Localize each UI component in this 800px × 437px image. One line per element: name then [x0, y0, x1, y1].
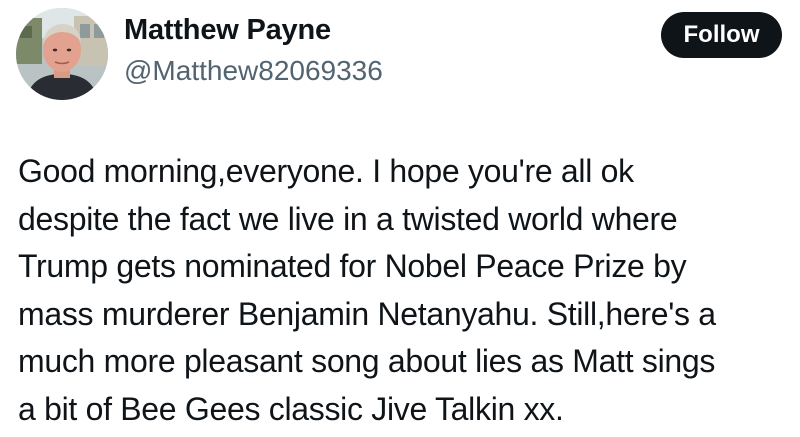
tweet-text-line: Trump gets nominated for Nobel Peace Pri… — [18, 248, 687, 284]
tweet-text-line: mass murderer Benjamin Netanyahu. Still,… — [18, 295, 716, 332]
tweet-text-line: despite the fact we live in a twisted wo… — [18, 200, 678, 237]
author-name[interactable]: Matthew Payne — [124, 14, 331, 47]
tweet-text-line: a bit of Bee Gees classic Jive Talkin xx… — [18, 390, 564, 427]
tweet-text: Good morning,everyone. I hope you're all… — [18, 148, 793, 433]
author-handle[interactable]: @Matthew82069336 — [124, 55, 383, 87]
profile-photo-icon — [16, 8, 108, 100]
tweet-text-line: much more pleasant song about lies as Ma… — [18, 343, 716, 379]
tweet-card: Matthew Payne @Matthew82069336 Follow Go… — [0, 0, 800, 437]
tweet-text-line: Good morning,everyone. I hope you're all… — [18, 153, 634, 189]
avatar[interactable] — [16, 8, 108, 100]
follow-button[interactable]: Follow — [661, 12, 782, 58]
